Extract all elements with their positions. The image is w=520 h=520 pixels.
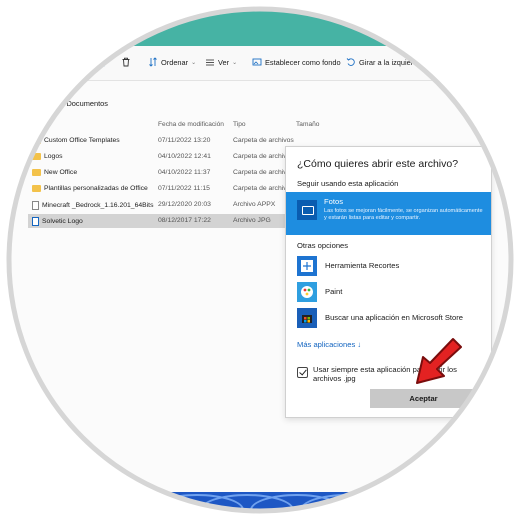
column-header-name[interactable]: Nombre [28, 121, 51, 128]
chevron-right-icon: › [60, 99, 63, 108]
screenshot-stage: Ordenar ⌄ Ver ⌄ Establecer como fondo Gi… [0, 0, 520, 520]
file-icon [32, 201, 39, 210]
dialog-title: ¿Cómo quieres abrir este archivo? [297, 158, 459, 170]
file-date: 29/12/2020 20:03 [158, 201, 211, 208]
breadcrumb-folder[interactable]: Documentos [66, 99, 108, 108]
always-use-checkbox[interactable] [297, 367, 308, 378]
photos-icon [297, 200, 317, 220]
view-button[interactable]: Ver ⌄ [205, 57, 237, 67]
share-icon [96, 57, 105, 67]
app-option-paint[interactable]: Paint [297, 281, 487, 303]
trash-icon [122, 57, 130, 67]
rotate-left-icon [346, 58, 355, 66]
file-row[interactable]: Minecraft _Bedrock_1.16.201_64Bits 29/12… [28, 198, 288, 212]
view-label: Ver [218, 57, 230, 67]
file-type: Archivo APPX [233, 201, 276, 208]
accept-button[interactable]: Aceptar [370, 389, 477, 408]
app-name: Buscar una aplicación en Microsoft Store [325, 313, 464, 322]
app-name: Fotos [324, 197, 343, 206]
desktop-background-bottom [0, 492, 520, 520]
other-options-heading: Otras opciones [297, 241, 349, 250]
sort-button[interactable]: Ordenar ⌄ [148, 57, 196, 67]
pointer-arrow-annotation [416, 338, 462, 384]
paint-icon [297, 282, 317, 302]
view-icon [206, 59, 214, 66]
store-icon [297, 308, 317, 328]
app-description: Las fotos se mejoran fácilmente, se orga… [324, 208, 483, 222]
column-header-date[interactable]: Fecha de modificación [158, 121, 224, 128]
rotate-right-button[interactable] [430, 57, 440, 67]
more-apps-link[interactable]: Más aplicaciones ↓ [297, 340, 361, 349]
folder-icon [32, 153, 41, 160]
folder-icon [32, 185, 41, 192]
app-name: Paint [325, 287, 343, 296]
rotate-right-icon [431, 58, 440, 66]
rotate-left-label: Girar a la izquierda [359, 57, 422, 67]
share-button[interactable] [96, 57, 106, 67]
sort-label: Ordenar [161, 57, 189, 67]
command-bar: Ordenar ⌄ Ver ⌄ Establecer como fondo Gi… [0, 46, 520, 81]
delete-button[interactable] [121, 57, 131, 67]
set-background-button[interactable]: Establecer como fondo [252, 57, 341, 67]
file-row[interactable]: New Office 04/10/2022 11:37 Carpeta de a… [28, 166, 294, 180]
column-header-type[interactable]: Tipo [233, 121, 246, 128]
file-name: New Office [44, 169, 78, 176]
file-name: Solvetic Logo [42, 218, 83, 225]
wallpaper-icon [252, 58, 262, 66]
folder-icon [32, 137, 41, 144]
breadcrumb[interactable]: › Documentos [60, 99, 108, 108]
app-name: Herramienta Recortes [325, 261, 400, 270]
file-name: Custom Office Templates [44, 137, 120, 144]
file-row[interactable]: Logos 04/10/2022 12:41 Carpeta de archiv… [28, 150, 294, 164]
file-date: 07/11/2022 11:15 [158, 185, 210, 192]
file-name: Logos [44, 153, 63, 160]
file-row-selected[interactable]: Solvetic Logo 08/12/2017 17:22 Archivo J… [28, 214, 288, 228]
column-header-size[interactable]: Tamaño [296, 121, 319, 128]
app-option-fotos[interactable]: Fotos Las fotos se mejoran fácilmente, s… [286, 192, 491, 235]
file-row[interactable]: Plantillas personalizadas de Office 07/1… [28, 182, 294, 196]
chevron-down-icon: ⌄ [191, 59, 197, 66]
folder-icon [32, 169, 41, 176]
set-background-label: Establecer como fondo [265, 57, 341, 67]
rotate-left-button[interactable]: Girar a la izquierda [346, 57, 421, 67]
file-date: 04/10/2022 11:37 [158, 169, 211, 176]
file-date: 08/12/2017 17:22 [158, 217, 211, 224]
image-file-icon [32, 217, 39, 226]
file-date: 07/11/2022 13:20 [158, 137, 211, 144]
sort-icon [149, 57, 157, 67]
file-date: 04/10/2022 12:41 [158, 153, 211, 160]
file-type: Archivo JPG [233, 217, 271, 224]
keep-using-heading: Seguir usando esta aplicación [297, 179, 399, 188]
app-option-snipping-tool[interactable]: Herramienta Recortes [297, 255, 487, 277]
file-name: Plantillas personalizadas de Office [44, 185, 148, 192]
file-row[interactable]: Custom Office Templates 07/11/2022 13:20… [28, 134, 294, 148]
app-option-store[interactable]: Buscar una aplicación en Microsoft Store [297, 307, 487, 329]
snipping-tool-icon [297, 256, 317, 276]
chevron-down-icon: ⌄ [232, 59, 238, 66]
file-type: Carpeta de archivos [233, 137, 294, 144]
desktop-background-top [0, 0, 520, 46]
file-name: Minecraft _Bedrock_1.16.201_64Bits [42, 202, 154, 209]
